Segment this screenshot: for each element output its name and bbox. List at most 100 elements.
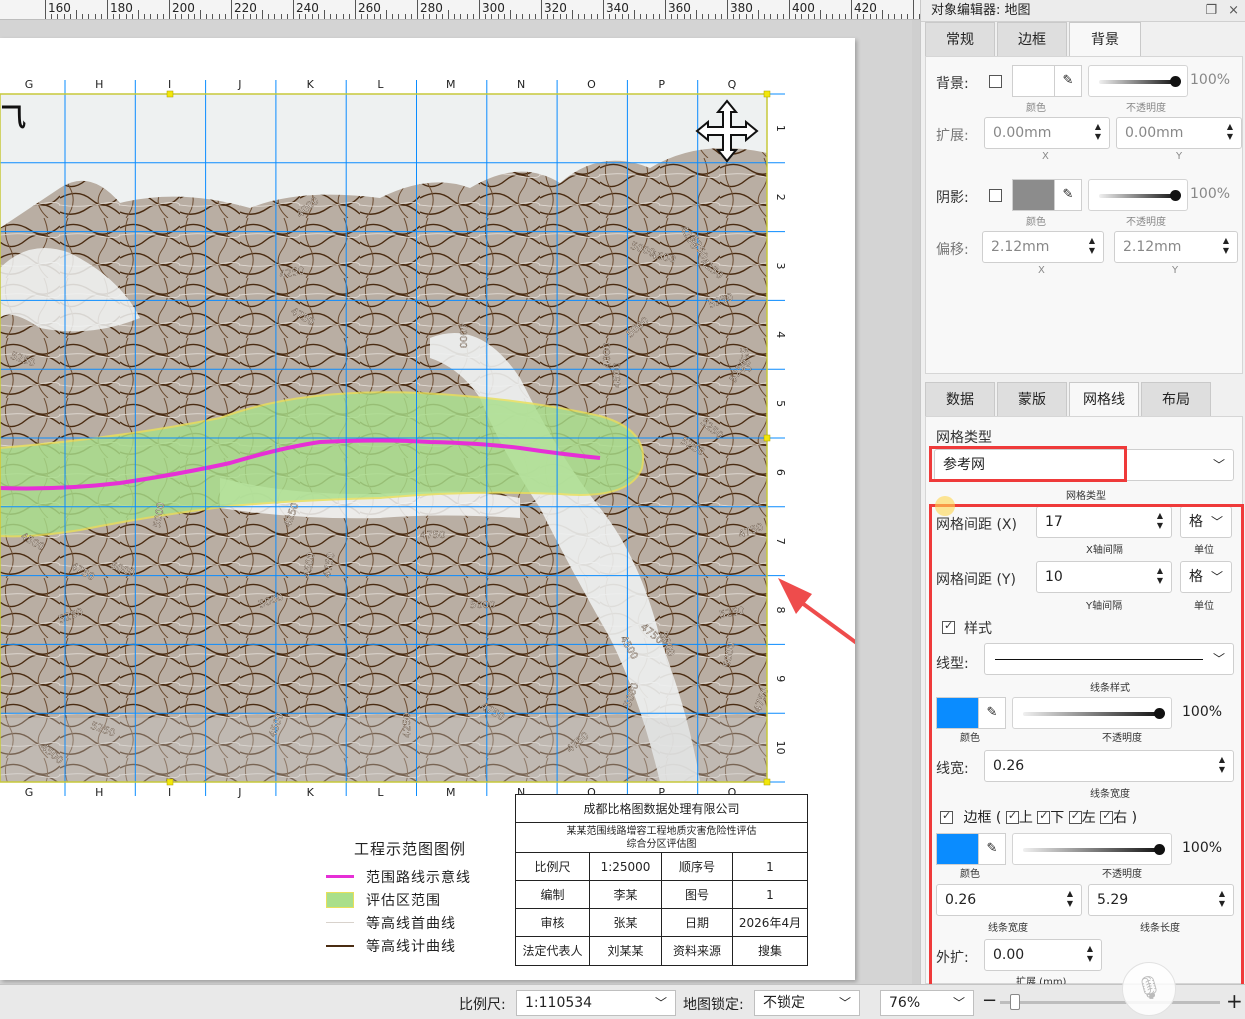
- title-block-cell: 2026年4月: [733, 909, 807, 937]
- offset-x-input[interactable]: 2.12mm ▲ ▼: [982, 231, 1104, 263]
- background-opacity-slider[interactable]: [1088, 65, 1188, 97]
- tab-border[interactable]: 边框: [997, 22, 1067, 56]
- title-block-cell: 审核: [516, 909, 590, 937]
- grid-row-label: 9: [774, 675, 787, 682]
- grid-column-label: H: [95, 78, 103, 91]
- ruler-tick: [727, 0, 728, 19]
- shadow-color-swatch[interactable]: [1012, 179, 1056, 211]
- top-tabs: 常规 边框 背景: [925, 22, 1143, 56]
- ruler-tick: [218, 14, 220, 19]
- zoom-value: 76%: [889, 995, 921, 1011]
- chevron-down-icon: ﹀: [654, 996, 667, 1010]
- title-block-cell: 张某: [590, 909, 662, 937]
- tab-layout[interactable]: 布局: [1141, 382, 1211, 416]
- ruler-label: 240: [296, 1, 319, 15]
- spinner-icon[interactable]: ▲ ▼: [1225, 122, 1235, 142]
- grid-row-label: 1: [774, 125, 787, 132]
- close-icon[interactable]: ×: [1228, 0, 1239, 22]
- resize-handle[interactable]: [166, 778, 174, 786]
- restore-icon[interactable]: ❐: [1205, 0, 1217, 22]
- tab-general[interactable]: 常规: [925, 22, 995, 56]
- ruler-tick: [534, 14, 536, 19]
- title-block-cell: 图号: [662, 881, 733, 909]
- offset-y-input[interactable]: 2.12mm ▲ ▼: [1114, 231, 1238, 263]
- resize-handle[interactable]: [763, 778, 771, 786]
- ruler-tick: [355, 0, 356, 19]
- ruler-tick: [94, 14, 96, 19]
- title-block-cell: 李某: [590, 881, 662, 909]
- ruler-tick: [88, 14, 90, 19]
- zoom-slider-thumb[interactable]: [1010, 994, 1020, 1010]
- ruler-tick: [634, 10, 635, 19]
- ruler-tick: [758, 10, 759, 19]
- ruler-tick: [262, 10, 263, 19]
- ruler-label: 400: [792, 1, 815, 15]
- map-lock-value: 不锁定: [763, 995, 805, 1011]
- ruler-tick: [224, 14, 226, 19]
- eyedropper-icon[interactable]: ✎: [1054, 65, 1082, 97]
- scale-label: 比例尺:: [459, 997, 506, 1013]
- grid-column-label: G: [25, 78, 34, 91]
- ruler-tick: [100, 14, 102, 19]
- microphone-icon[interactable]: 🎙: [1122, 962, 1176, 1016]
- ruler-tick: [348, 14, 350, 19]
- contour-elevation-label: 4500: [612, 363, 623, 388]
- tab-background[interactable]: 背景: [1069, 22, 1141, 56]
- spinner-icon[interactable]: ▲ ▼: [1221, 236, 1231, 256]
- shadow-opacity-slider[interactable]: [1088, 179, 1188, 211]
- resize-handle[interactable]: [166, 90, 174, 98]
- spinner-icon[interactable]: ▲ ▼: [1093, 122, 1103, 142]
- zoom-slider[interactable]: [1000, 994, 1220, 1010]
- ruler-tick: [652, 14, 654, 19]
- legend-label: 等高线首曲线: [366, 915, 456, 932]
- canvas-scrollbar[interactable]: [912, 20, 920, 984]
- ruler-tick: [212, 14, 214, 19]
- contour-elevation-label: 4250: [402, 713, 413, 738]
- map-lock-select[interactable]: 不锁定 ﹀: [754, 990, 860, 1016]
- offset-y-value: 2.12mm: [1123, 239, 1182, 255]
- title-block-cell: 资料来源: [662, 937, 733, 965]
- resize-handle[interactable]: [763, 90, 771, 98]
- cursor-click-indicator: [935, 496, 955, 516]
- zoom-out-button[interactable]: −: [982, 990, 997, 1011]
- expand-y-input[interactable]: 0.00mm ▲ ▼: [1116, 117, 1242, 149]
- background-color-swatch[interactable]: [1012, 65, 1056, 97]
- zoom-in-button[interactable]: +: [1226, 989, 1243, 1013]
- zoom-select[interactable]: 76% ﹀: [880, 990, 974, 1016]
- tab-data[interactable]: 数据: [925, 382, 995, 416]
- resize-handle[interactable]: [763, 434, 771, 442]
- panel-title: 对象编辑器: 地图: [931, 3, 1031, 18]
- grid-column-label: L: [377, 78, 384, 91]
- expand-x-input[interactable]: 0.00mm ▲ ▼: [984, 117, 1110, 149]
- spinner-icon[interactable]: ▲ ▼: [1087, 236, 1097, 256]
- title-block-cell: 搜集: [757, 944, 782, 958]
- tab-gridlines[interactable]: 网格线: [1069, 382, 1139, 416]
- status-bar: 比例尺: 1:110534 ﹀ 地图锁定: 不锁定 ﹀ 76% ﹀ − +: [0, 984, 1245, 1019]
- layout-canvas[interactable]: G G H H I I J J K K L L M M N N O O P P Q Q 1 2 3 4 5 6 7 8 9 10 4000 42…: [0, 20, 920, 984]
- ruler-tick: [472, 14, 474, 19]
- app-window: { "ruler": { "labels": ["160","180","200…: [0, 0, 1245, 1019]
- background-checkbox[interactable]: [989, 75, 1002, 88]
- eyedropper-icon[interactable]: ✎: [1054, 179, 1082, 211]
- legend-label: 范围路线示意线: [366, 869, 471, 886]
- project-title: 某某范围线路增容工程地质灾害危险性评估 综合分区评估图: [516, 823, 807, 853]
- title-block[interactable]: 成都比格图数据处理有限公司 某某范围线路增容工程地质灾害危险性评估 综合分区评估…: [515, 794, 808, 966]
- grid-column-label: M: [446, 78, 456, 91]
- tab-mask[interactable]: 蒙版: [997, 382, 1067, 416]
- shadow-checkbox[interactable]: [989, 189, 1002, 202]
- ruler-tick: [832, 14, 834, 19]
- grid-column-label: I: [168, 786, 171, 799]
- grid-column-label: M: [446, 786, 456, 799]
- expand-label: 扩展:: [936, 128, 969, 144]
- grid-column-label: K: [307, 786, 315, 799]
- ruler-tick: [268, 14, 270, 19]
- ruler-tick: [398, 14, 400, 19]
- ruler-tick: [590, 14, 592, 19]
- ruler-tick: [820, 10, 821, 19]
- scale-select[interactable]: 1:110534 ﹀: [516, 990, 676, 1016]
- opacity-caption: 不透明度: [1126, 103, 1166, 114]
- ruler-tick: [293, 0, 294, 19]
- expand-x-value: 0.00mm: [993, 125, 1052, 141]
- panel-title-bar: 对象编辑器: 地图 ❐ ×: [921, 0, 1245, 22]
- map-legend[interactable]: 工程示范图图例 范围路线示意线 评估区范围 等高线首曲线 等高线计曲线: [326, 838, 506, 957]
